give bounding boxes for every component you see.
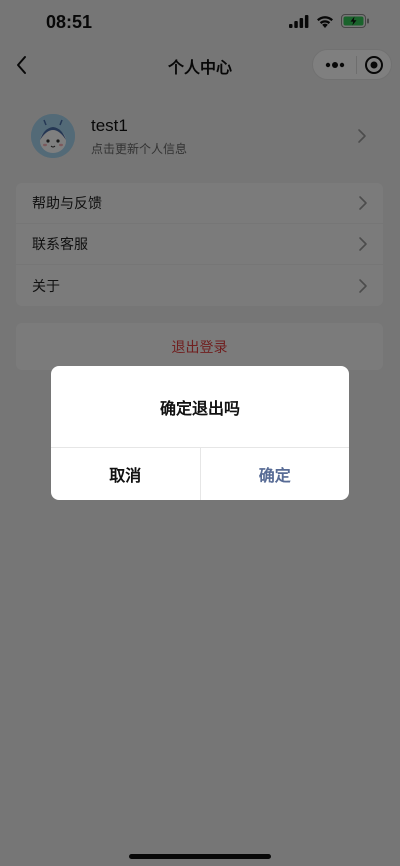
dialog-title: 确定退出吗 — [51, 366, 349, 448]
dialog-actions: 取消 确定 — [51, 448, 349, 500]
confirm-button[interactable]: 确定 — [201, 448, 350, 500]
cancel-button[interactable]: 取消 — [51, 448, 201, 500]
confirm-dialog: 确定退出吗 取消 确定 — [51, 366, 349, 500]
